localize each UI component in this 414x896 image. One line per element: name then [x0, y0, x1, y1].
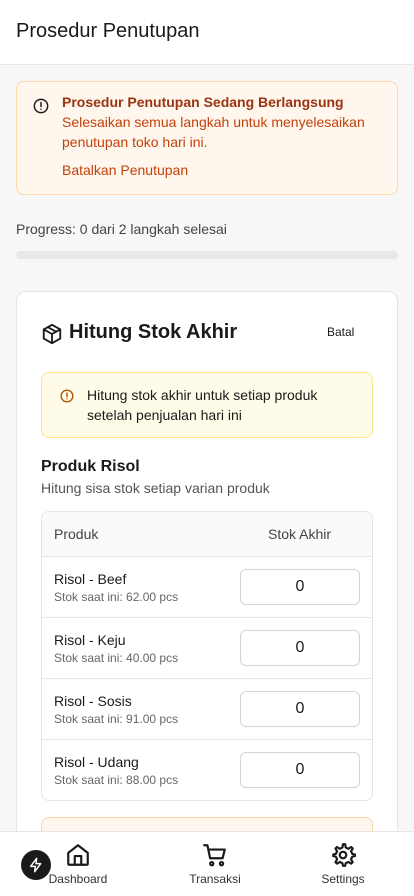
final-stock-input[interactable]	[240, 752, 360, 788]
table-row: Risol - Udang Stok saat ini: 88.00 pcs	[42, 740, 372, 800]
final-stock-input[interactable]	[240, 630, 360, 666]
card-title: Hitung Stok Akhir	[69, 321, 238, 343]
page-title: Prosedur Penutupan	[16, 20, 200, 42]
info-box: Hitung stok akhir untuk setiap produk se…	[41, 372, 373, 438]
package-icon	[42, 323, 62, 345]
table-row: Risol - Keju Stok saat ini: 40.00 pcs	[42, 618, 372, 679]
progress-text: Progress: 0 dari 2 langkah selesai	[16, 221, 227, 237]
closing-alert: Prosedur Penutupan Sedang Berlangsung Se…	[16, 81, 398, 195]
section-subtitle: Hitung sisa stok setiap varian produk	[41, 480, 270, 496]
column-header-product: Produk	[54, 526, 99, 542]
current-stock: Stok saat ini: 88.00 pcs	[54, 773, 179, 787]
product-name: Risol - Sosis	[54, 693, 132, 709]
current-stock: Stok saat ini: 62.00 pcs	[54, 590, 179, 604]
nav-settings-label: Settings	[321, 872, 365, 886]
cancel-closing-link[interactable]: Batalkan Penutupan	[62, 162, 188, 178]
bottom-nav: Dashboard Transaksi Settings	[0, 831, 414, 896]
current-stock: Stok saat ini: 91.00 pcs	[54, 712, 179, 726]
cancel-button[interactable]: Batal	[327, 325, 354, 339]
alert-title: Prosedur Penutupan Sedang Berlangsung	[62, 94, 344, 110]
product-name: Risol - Beef	[54, 571, 127, 587]
section-title: Produk Risol	[41, 458, 140, 475]
current-stock: Stok saat ini: 40.00 pcs	[54, 651, 179, 665]
nav-transaksi-label: Transaksi	[189, 872, 241, 886]
product-name: Risol - Keju	[54, 632, 126, 648]
table-row: Risol - Sosis Stok saat ini: 91.00 pcs	[42, 679, 372, 740]
quick-action-button[interactable]	[21, 850, 51, 880]
nav-dashboard[interactable]: Dashboard	[43, 832, 113, 896]
alert-message: Selesaikan semua langkah untuk menyelesa…	[62, 114, 365, 150]
shopping-cart-icon	[203, 844, 226, 867]
home-icon	[67, 844, 89, 866]
top-bar: Prosedur Penutupan	[0, 0, 414, 65]
table-header: Produk Stok Akhir	[42, 512, 372, 557]
nav-dashboard-label: Dashboard	[48, 872, 108, 886]
final-stock-input[interactable]	[240, 569, 360, 605]
column-header-stock: Stok Akhir	[268, 526, 332, 542]
gear-icon	[332, 843, 356, 867]
info-text: Hitung stok akhir untuk setiap produk se…	[87, 387, 318, 423]
progress-bar	[16, 251, 398, 259]
lightning-icon	[29, 857, 42, 873]
nav-settings[interactable]: Settings	[308, 832, 378, 896]
nav-transaksi[interactable]: Transaksi	[180, 832, 250, 896]
alert-circle-icon	[60, 389, 74, 403]
stock-count-card: Hitung Stok Akhir Batal Hitung stok akhi…	[16, 291, 398, 896]
product-name: Risol - Udang	[54, 754, 139, 770]
final-stock-input[interactable]	[240, 691, 360, 727]
table-row: Risol - Beef Stok saat ini: 62.00 pcs	[42, 557, 372, 618]
alert-circle-icon	[33, 98, 49, 114]
stock-table: Produk Stok Akhir Risol - Beef Stok saat…	[41, 511, 373, 801]
